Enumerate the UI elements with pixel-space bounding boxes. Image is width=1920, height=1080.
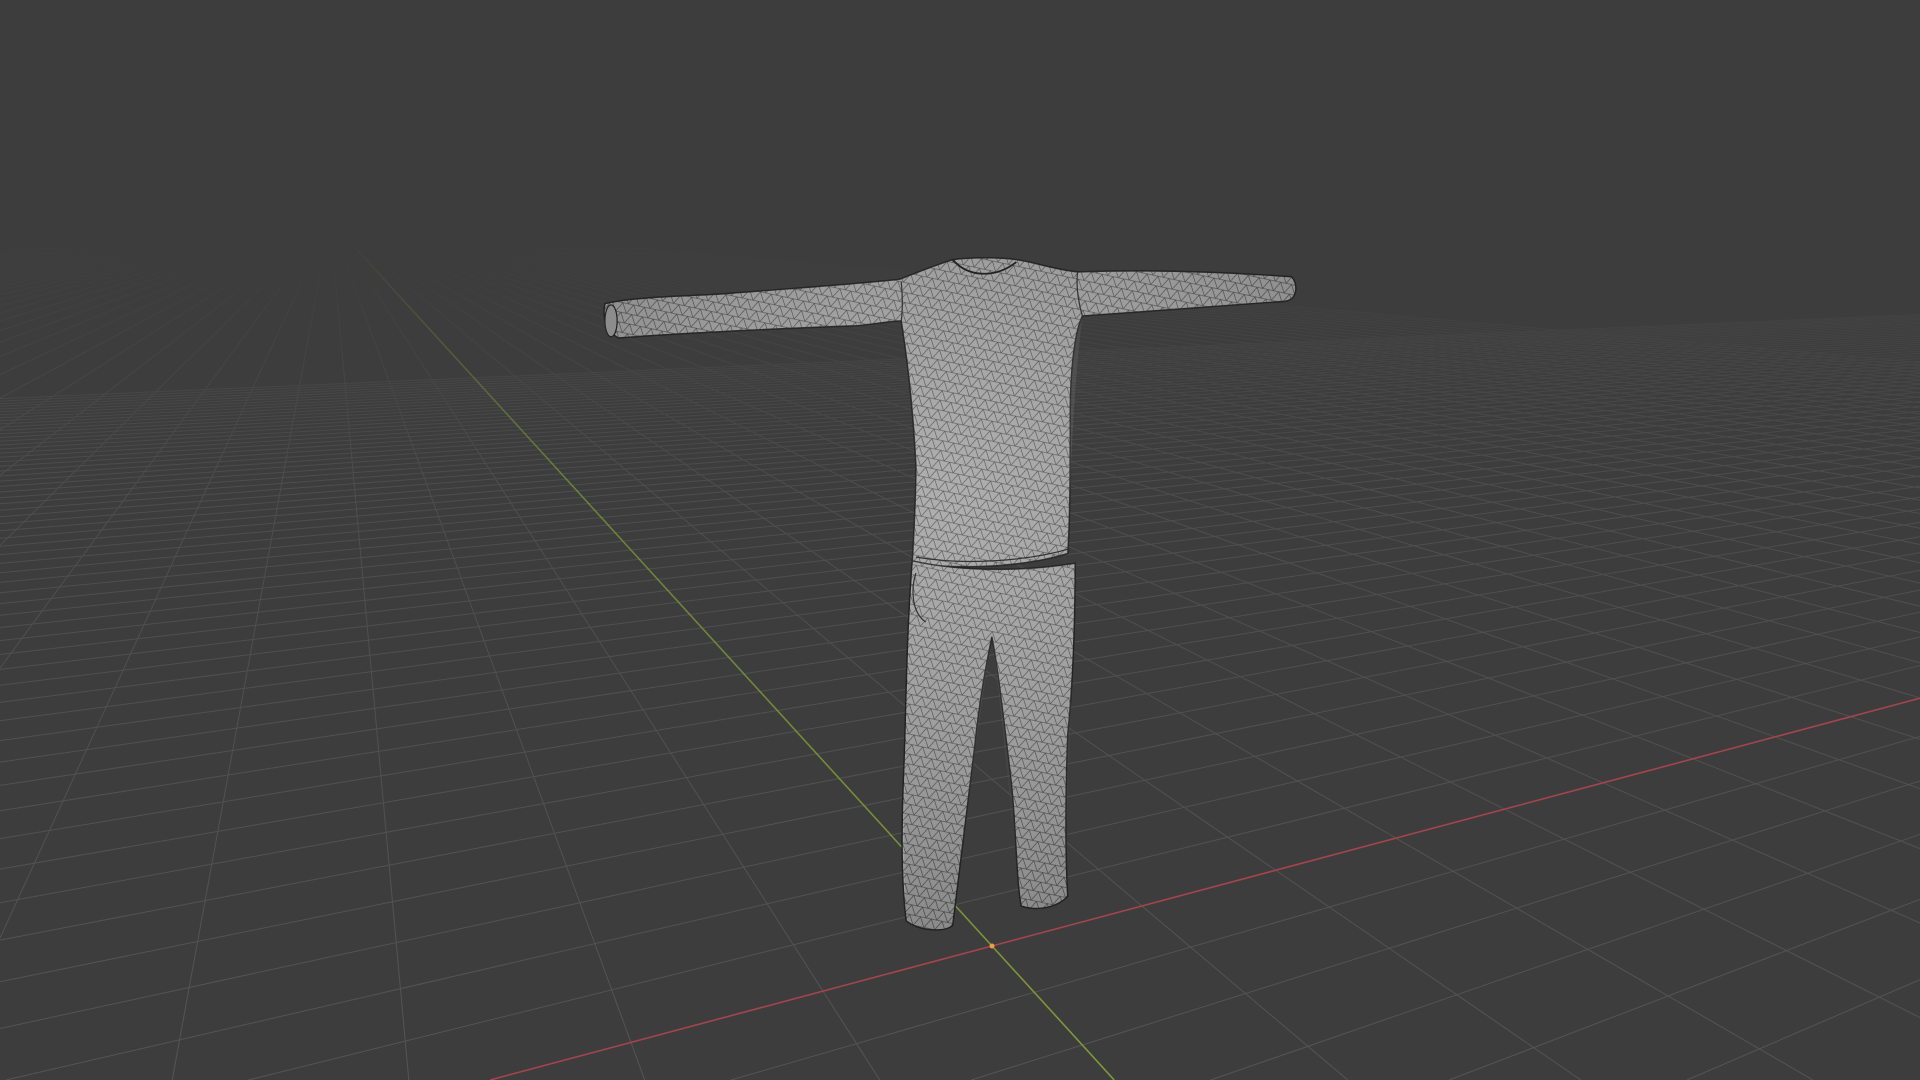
sleeve-opening: [604, 304, 618, 338]
3d-viewport[interactable]: [0, 0, 1920, 1080]
grid-line: [476, 239, 1920, 434]
grid-line: [1210, 833, 1920, 1080]
grid-line: [248, 665, 1920, 1080]
grid-line: [471, 239, 1920, 442]
grid-line: [0, 239, 294, 399]
garment-mesh[interactable]: [603, 257, 1297, 931]
grid-line: [336, 239, 646, 1080]
mesh-shading: [604, 257, 1296, 930]
grid-line: [1449, 898, 1920, 1080]
grid-line: [171, 239, 327, 1080]
grid-line: [1686, 979, 1920, 1080]
world-origin-point: [989, 943, 995, 949]
grid-line: [0, 239, 322, 939]
x-axis-line: [489, 697, 1920, 1080]
grid-line: [0, 239, 311, 546]
grid-line: [971, 780, 1920, 1080]
viewport-canvas[interactable]: [0, 0, 1920, 1080]
